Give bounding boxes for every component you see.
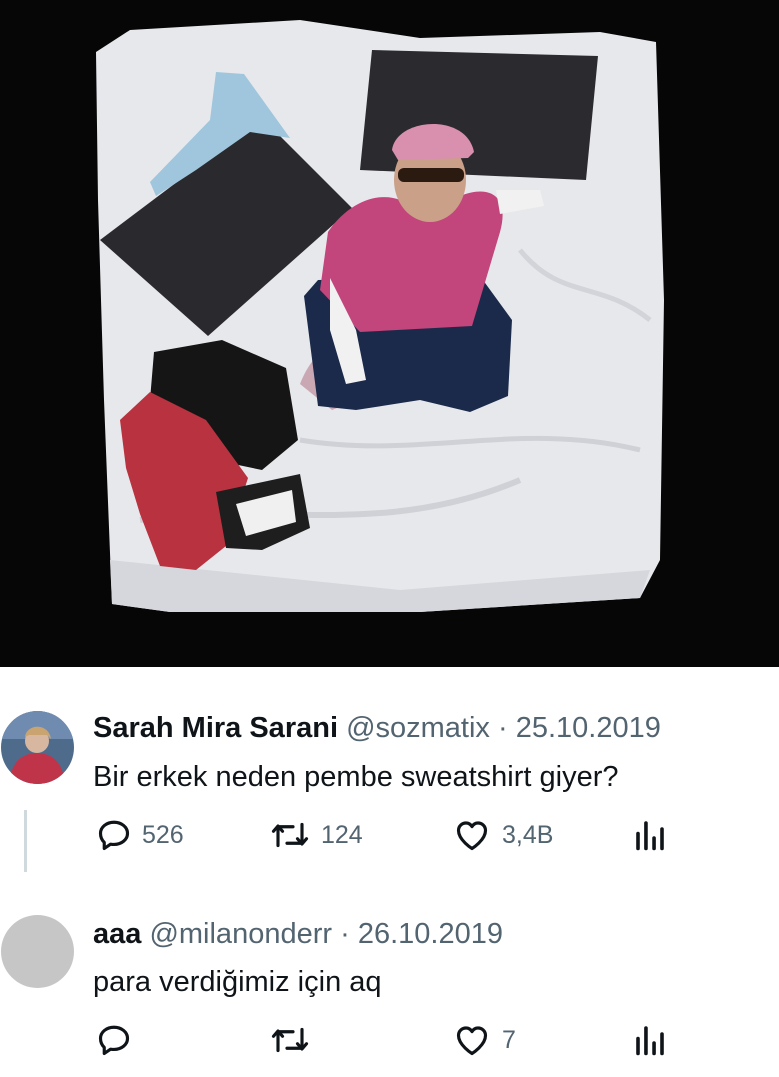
display-name[interactable]: aaa: [93, 918, 141, 950]
like-count: 3,4B: [502, 820, 554, 849]
heart-icon: [456, 1026, 488, 1056]
like-count: 7: [502, 1025, 516, 1054]
like-button[interactable]: 7: [452, 1020, 516, 1060]
avatar-image: [1, 711, 74, 784]
user-handle[interactable]: @sozmatix: [346, 712, 490, 744]
like-button[interactable]: 3,4B: [452, 815, 553, 855]
tweet-text: Bir erkek neden pembe sweatshirt giyer?: [93, 761, 619, 793]
tweet-date[interactable]: 25.10.2019: [516, 712, 661, 744]
retweet-icon: [271, 822, 309, 848]
retweet-button[interactable]: [269, 1020, 321, 1060]
separator-dot: ·: [340, 918, 350, 950]
separator-dot: ·: [497, 712, 508, 744]
tweet-original[interactable]: Sarah Mira Sarani @sozmatix · 25.10.2019…: [0, 667, 779, 872]
heart-icon: [456, 821, 488, 851]
tweet-date[interactable]: 26.10.2019: [358, 918, 503, 950]
display-name[interactable]: Sarah Mira Sarani: [93, 712, 338, 744]
reply-count: 526: [142, 820, 184, 849]
reply-icon: [98, 1025, 130, 1056]
user-handle[interactable]: @milanonderr: [149, 918, 332, 950]
tweet-actions: 7: [93, 1020, 693, 1060]
retweet-icon: [271, 1027, 309, 1053]
avatar-placeholder[interactable]: [1, 915, 74, 988]
analytics-button[interactable]: [632, 815, 668, 855]
retweet-count: 124: [321, 820, 363, 849]
post-photo[interactable]: [0, 0, 779, 667]
tweet-text: para verdiğimiz için aq: [93, 966, 382, 998]
reply-button[interactable]: [96, 1020, 142, 1060]
avatar[interactable]: [1, 711, 74, 784]
tweet-actions: 526 124 3,4B: [93, 815, 693, 855]
tweet-header: aaa @milanonderr · 26.10.2019: [93, 917, 503, 951]
reply-thread: Sarah Mira Sarani @sozmatix · 25.10.2019…: [0, 667, 779, 1077]
tweet-header: Sarah Mira Sarani @sozmatix · 25.10.2019: [93, 711, 661, 745]
analytics-icon: [636, 821, 664, 851]
reply-icon: [98, 820, 130, 851]
reply-button[interactable]: 526: [96, 815, 184, 855]
analytics-icon: [636, 1026, 664, 1056]
bed-photo-image: [0, 0, 779, 667]
thread-line: [24, 810, 27, 872]
analytics-button[interactable]: [632, 1020, 668, 1060]
tweet-reply[interactable]: aaa @milanonderr · 26.10.2019 para verdi…: [0, 872, 779, 1077]
retweet-button[interactable]: 124: [269, 815, 363, 855]
